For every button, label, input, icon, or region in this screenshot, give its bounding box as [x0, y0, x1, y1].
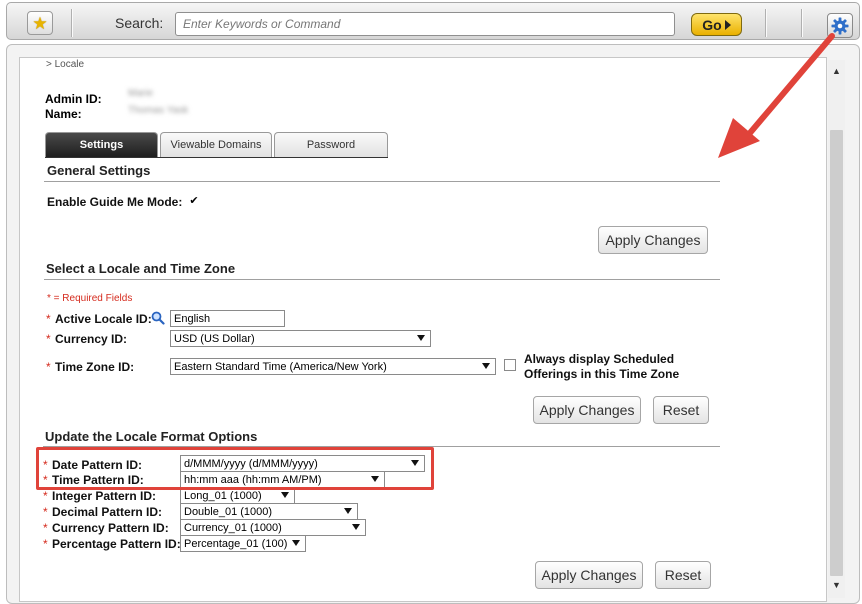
- annotation-arrow-icon: [718, 33, 835, 158]
